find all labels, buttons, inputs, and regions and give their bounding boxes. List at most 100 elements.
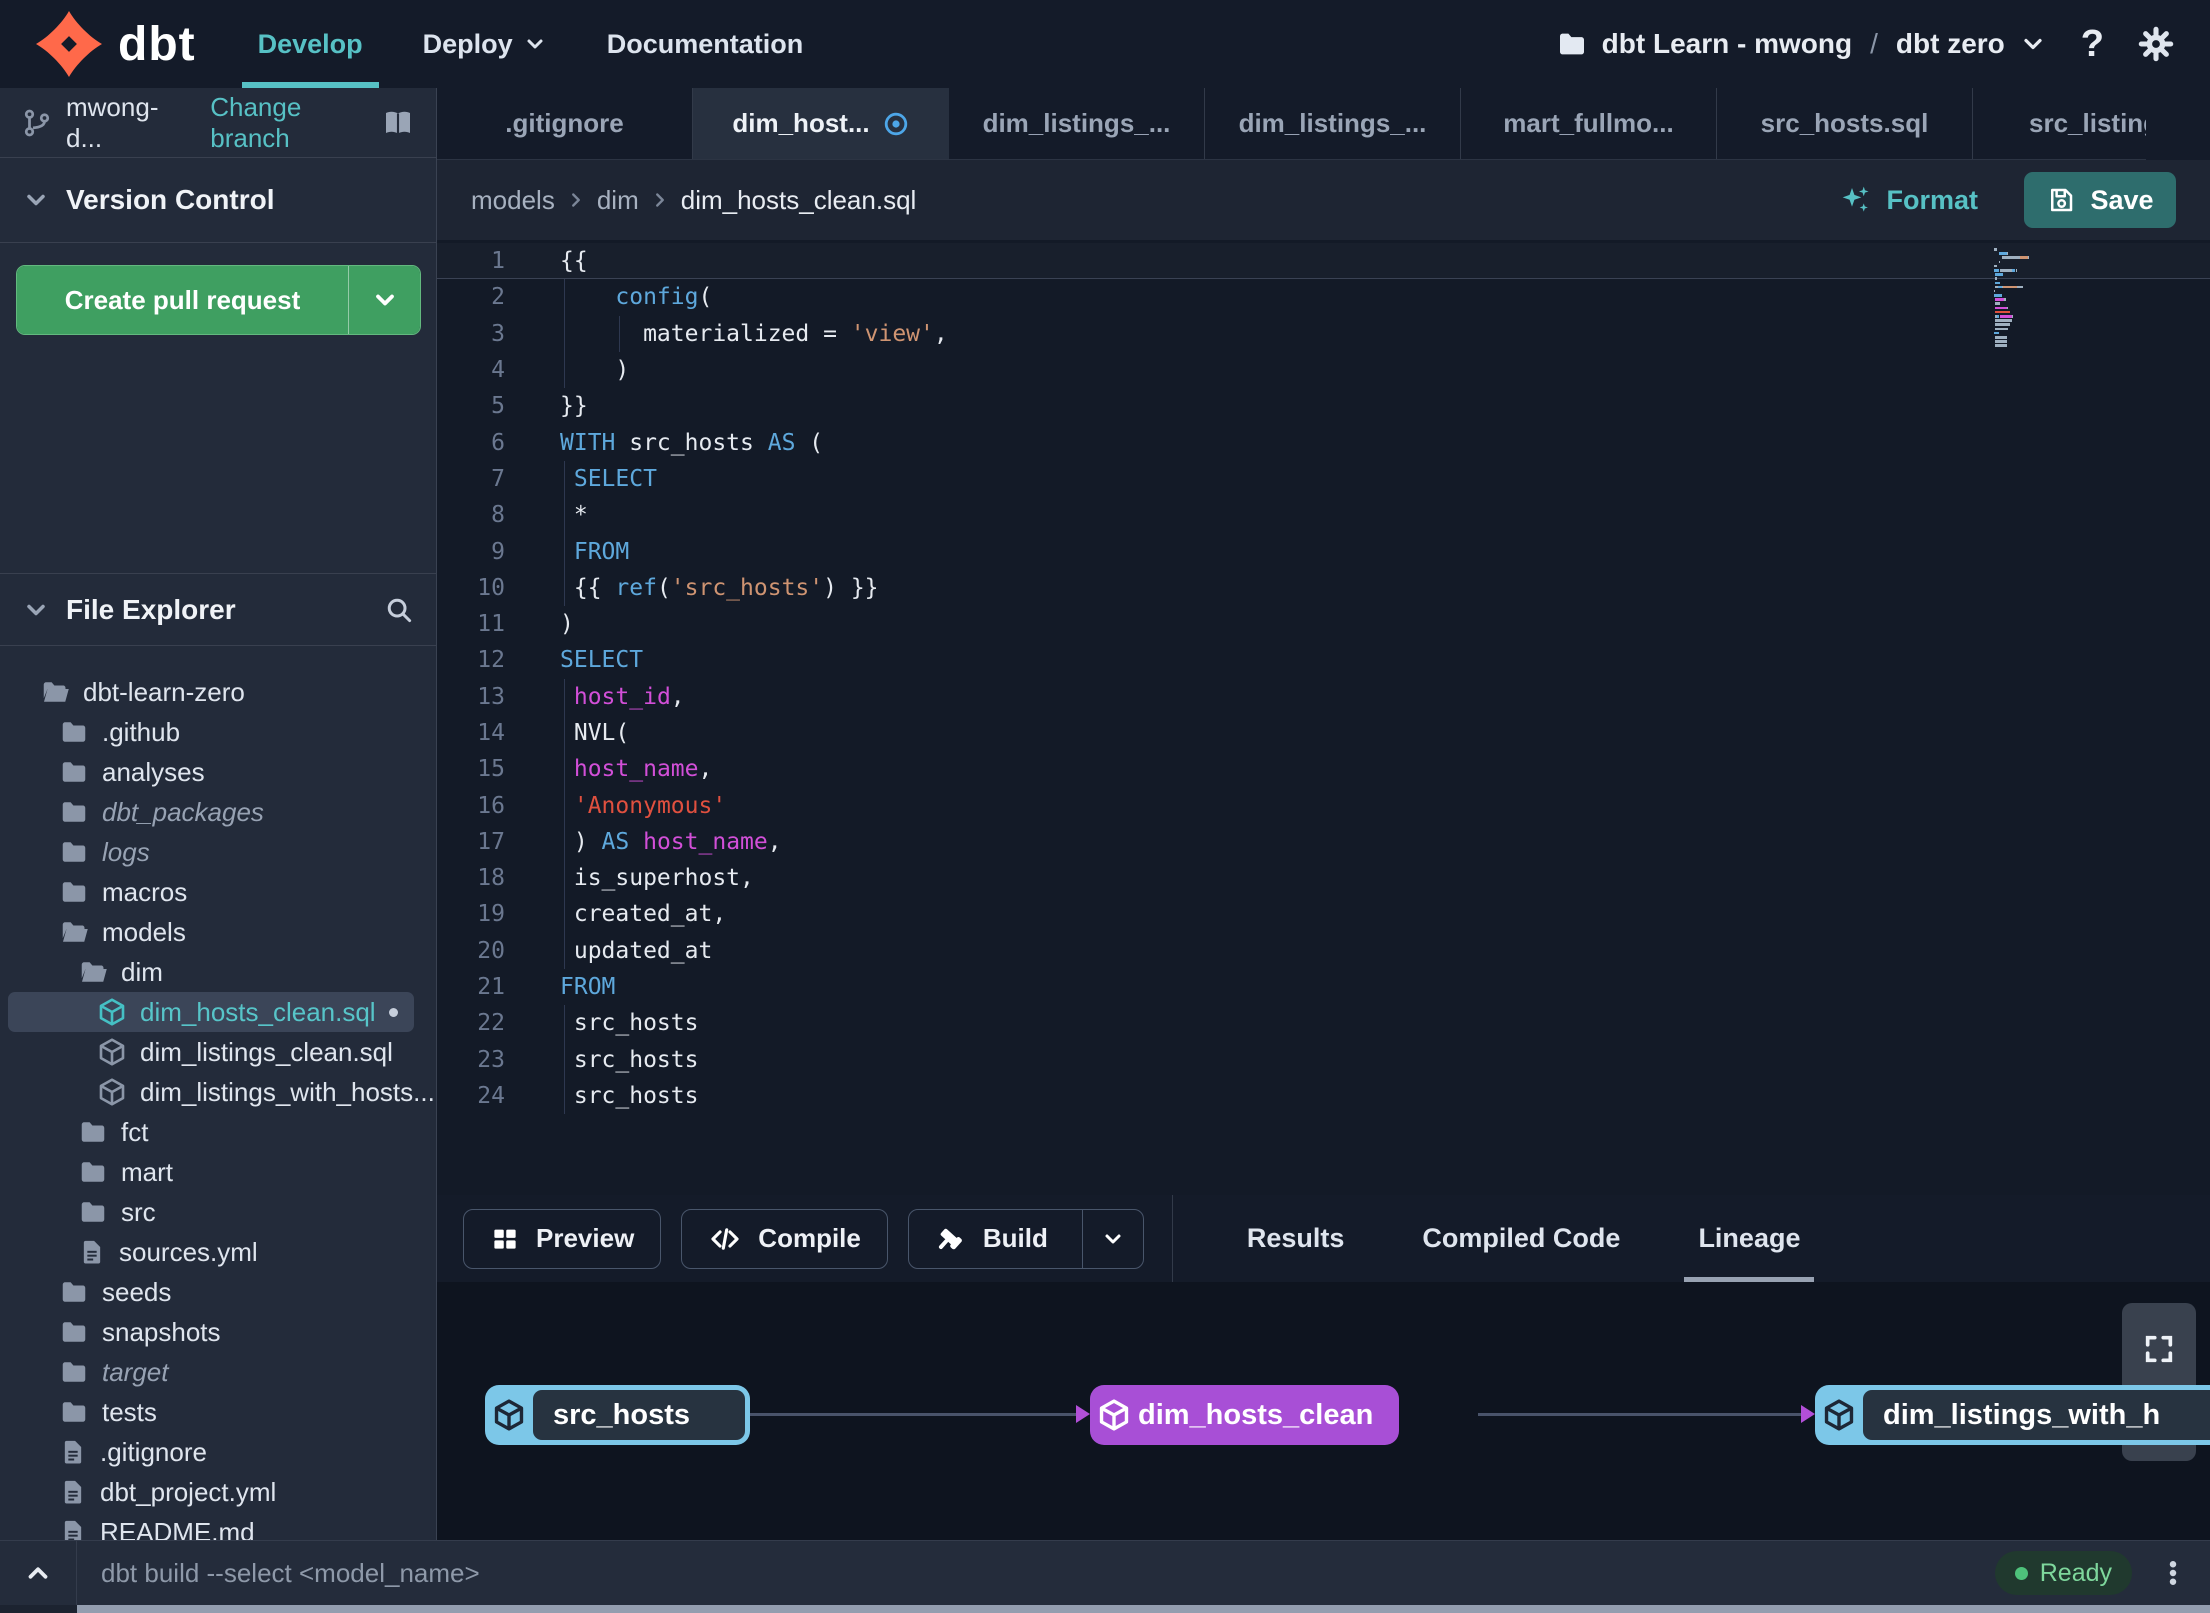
code-line[interactable]: 17 ) AS host_name, [437,823,2210,861]
minimap-line [1994,281,2050,285]
book-icon[interactable] [382,107,414,139]
nav-item-documentation[interactable]: Documentation [607,0,804,88]
format-button[interactable]: Format [1840,184,1978,216]
project-picker[interactable]: dbt Learn - mwong / dbt zero [1556,28,2047,60]
panel-collapse-toggle[interactable] [0,1541,77,1605]
editor-tab[interactable]: dim_host... [693,88,949,159]
code-line[interactable]: 6 WITH src_hosts AS ( [437,424,2210,460]
line-number: 21 [477,974,505,1001]
create-pull-request-label[interactable]: Create pull request [17,266,348,334]
create-pull-request-button[interactable]: Create pull request [16,265,421,335]
breadcrumb-item[interactable]: models [471,185,555,216]
breadcrumb-item[interactable]: dim_hosts_clean.sql [681,185,917,216]
tree-item[interactable]: dim_listings_clean.sql [8,1032,414,1072]
code-text: 'Anonymous' [573,792,727,819]
editor-tab[interactable]: mart_fullmo... [1461,88,1717,159]
code-line[interactable]: 10 {{ ref('src_hosts') }} [437,569,2210,606]
code-line[interactable]: 12 SELECT [437,642,2210,678]
code-line[interactable]: 24 src_hosts [437,1077,2210,1115]
tree-item[interactable]: analyses [8,752,414,792]
preview-button[interactable]: Preview [463,1208,662,1269]
tree-item[interactable]: README.md [8,1512,414,1540]
tree-item[interactable]: tests [8,1392,414,1432]
code-line[interactable]: 7 SELECT [437,460,2210,498]
code-line[interactable]: 18 is_superhost, [437,860,2210,897]
code-line[interactable]: 19 created_at, [437,896,2210,933]
code-line[interactable]: 8 * [437,497,2210,534]
tree-item[interactable]: macros [8,872,414,912]
horizontal-scrollbar[interactable] [0,1605,2210,1613]
code-text: src_hosts [560,1082,699,1109]
kebab-menu-icon[interactable] [2158,1558,2188,1588]
lineage-node-dim_hosts_clean[interactable]: dim_hosts_clean [1090,1385,1400,1445]
gear-icon[interactable] [2138,26,2174,62]
code-line[interactable]: 4 ) [437,351,2210,389]
tree-item[interactable]: src [8,1192,414,1232]
code-editor[interactable]: 1{{2 config(3 materialized = 'view', 4 ) 5… [437,240,2210,1195]
tree-item[interactable]: dbt_packages [8,792,414,832]
panel-tab-compiled-code[interactable]: Compiled Code [1422,1195,1620,1282]
command-input[interactable]: dbt build --select <model_name> [101,1558,480,1589]
environment-name[interactable]: dbt zero [1896,28,2005,60]
tree-item[interactable]: dbt_project.yml [8,1472,414,1512]
panel-tab-lineage[interactable]: Lineage [1684,1195,1815,1282]
fullscreen-icon[interactable] [2142,1332,2176,1366]
lineage-canvas[interactable]: src_hosts dim_hosts_clean dim_listings_wit… [437,1282,2210,1540]
nav-item-develop[interactable]: Develop [241,0,379,88]
build-dropdown[interactable] [1081,1209,1143,1268]
tree-item[interactable]: sources.yml [8,1232,414,1272]
editor-tab[interactable]: dim_listings_... [1205,88,1461,159]
code-line[interactable]: 2 config( [437,279,2210,316]
tree-item[interactable]: dim_hosts_clean.sql [8,992,414,1032]
code-line[interactable]: 23 src_hosts [437,1041,2210,1078]
tree-item[interactable]: .gitignore [8,1432,414,1472]
nav-item-deploy[interactable]: Deploy [423,0,547,88]
code-line[interactable]: 5}} [437,388,2210,424]
code-line[interactable]: 21 FROM [437,969,2210,1005]
save-button[interactable]: Save [2024,172,2176,228]
code-line[interactable]: 13 host_id, [437,678,2210,715]
tree-item[interactable]: dbt-learn-zero [8,672,414,712]
minimap[interactable] [1994,248,2050,349]
code-line[interactable]: 20 updated_at [437,932,2210,969]
breadcrumb-item[interactable]: dim [597,185,639,216]
search-icon[interactable] [384,595,414,625]
lineage-node-dim_listings_with_h[interactable]: dim_listings_with_h [1815,1385,2210,1445]
bottom-panel-header: Preview Compile Build Results Compiled Code… [437,1195,2210,1282]
sparkles-icon [1840,184,1872,216]
help-icon[interactable]: ? [2081,23,2104,66]
tree-item[interactable]: seeds [8,1272,414,1312]
dbt-logo[interactable]: dbt [36,11,196,77]
line-number: 5 [491,393,505,420]
tree-item[interactable]: dim_listings_with_hosts... [8,1072,435,1112]
pull-request-dropdown[interactable] [348,266,420,334]
tree-item[interactable]: .github [8,712,414,752]
compile-button[interactable]: Compile [681,1208,888,1269]
editor-tab[interactable]: dim_listings_... [949,88,1205,159]
tree-item[interactable]: snapshots [8,1312,414,1352]
editor-tab[interactable]: src_hosts.sql [1717,88,1973,159]
code-line[interactable]: 3 materialized = 'view', [437,315,2210,352]
version-control-header[interactable]: Version Control [0,158,436,243]
scrollbar-thumb[interactable] [77,1605,2210,1613]
build-button[interactable]: Build [907,1208,1144,1269]
tree-item[interactable]: fct [8,1112,414,1152]
code-line[interactable]: 1 {{ [437,243,2210,280]
panel-tab-results[interactable]: Results [1247,1195,1345,1282]
code-line[interactable]: 16 'Anonymous' [437,787,2210,824]
change-branch-link[interactable]: Change branch [210,92,382,154]
lineage-node-src_hosts[interactable]: src_hosts [485,1385,750,1445]
code-line[interactable]: 22 src_hosts [437,1005,2210,1042]
file-explorer-header[interactable]: File Explorer [0,573,436,646]
tree-item[interactable]: target [8,1352,414,1392]
code-line[interactable]: 9 FROM [437,533,2210,570]
minimap-line [1994,277,2050,280]
tree-item[interactable]: models [8,912,414,952]
tree-item[interactable]: mart [8,1152,414,1192]
code-line[interactable]: 14 NVL( [437,714,2210,752]
editor-tab[interactable]: .gitignore [437,88,693,159]
code-line[interactable]: 11) [437,606,2210,642]
code-line[interactable]: 15 host_name, [437,751,2210,788]
tree-item[interactable]: dim [8,952,414,992]
tree-item[interactable]: logs [8,832,414,872]
